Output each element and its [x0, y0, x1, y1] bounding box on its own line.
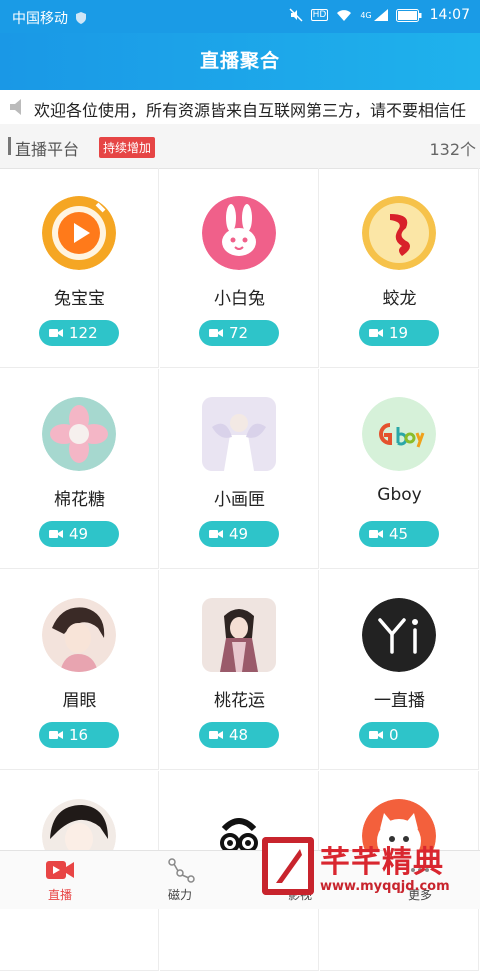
viewer-count-badge: 122	[39, 320, 119, 346]
nav-label: 磁力	[167, 888, 192, 902]
platform-name: 一直播	[374, 691, 425, 711]
nav-label: 直播	[47, 888, 72, 902]
platform-card[interactable]: 蛟龙 19	[320, 168, 479, 368]
lotus-icon	[42, 397, 116, 471]
battery-icon	[395, 8, 422, 22]
platform-card[interactable]: Gboy 45	[320, 369, 479, 569]
signal-icon	[373, 9, 388, 21]
dragon-icon	[362, 196, 436, 270]
viewer-count-badge: 0	[359, 722, 439, 748]
hd-icon: HD	[310, 9, 329, 21]
page-title: 直播聚合	[199, 50, 280, 72]
orange-play-icon	[42, 196, 116, 270]
notice-text: 欢迎各位使用，所有资源皆来自互联网第三方，请不要相信任	[34, 101, 467, 120]
platform-name: 蛟龙	[382, 289, 417, 309]
live-camera-icon	[46, 861, 74, 879]
watermark-logo-icon	[262, 837, 314, 895]
watermark-url: www.myqqjd.com	[320, 879, 450, 894]
section-badge: 持续增加	[99, 137, 156, 158]
gboy-icon	[362, 397, 436, 471]
figure-icon	[202, 598, 276, 672]
platform-name: 兔宝宝	[54, 289, 105, 309]
video-camera-icon	[209, 329, 223, 337]
viewer-count-badge: 49	[39, 521, 119, 547]
network-label: 4G	[360, 10, 372, 20]
angel-icon	[202, 397, 276, 471]
clock: 14:07	[429, 7, 470, 23]
viewer-count-badge: 72	[199, 320, 279, 346]
white-rabbit-icon	[202, 196, 276, 270]
platform-card[interactable]: 小白兔 72	[160, 168, 319, 368]
video-camera-icon	[369, 329, 383, 337]
platform-card[interactable]: 兔宝宝 122	[0, 168, 159, 368]
portrait-icon	[42, 598, 116, 672]
platform-name: 桃花运	[214, 691, 265, 711]
yi-icon	[362, 598, 436, 672]
viewer-count-badge: 45	[359, 521, 439, 547]
platform-name: 棉花糖	[54, 490, 105, 510]
nav-item-live[interactable]: 直播	[0, 851, 120, 909]
video-camera-icon	[369, 530, 383, 538]
video-camera-icon	[49, 731, 63, 739]
video-camera-icon	[209, 530, 223, 538]
video-camera-icon	[49, 530, 63, 538]
video-camera-icon	[369, 731, 383, 739]
nav-item-magnet[interactable]: 磁力	[120, 851, 240, 909]
mute-icon	[289, 8, 303, 22]
notice-marquee: 欢迎各位使用，所有资源皆来自互联网第三方，请不要相信任	[0, 90, 480, 124]
platform-name: 眉眼	[62, 691, 97, 711]
section-header: 直播平台 持续增加 132个	[0, 124, 480, 169]
viewer-count-badge: 16	[39, 722, 119, 748]
watermark-title: 芊芊精典	[320, 845, 444, 880]
status-icons: HD 4G 14:07	[289, 7, 470, 23]
platform-card[interactable]: 棉花糖 49	[0, 369, 159, 569]
platform-card[interactable]: 小画匣 49	[160, 369, 319, 569]
status-bar: 中国移动 HD 4G 14:07	[0, 0, 480, 33]
platform-card[interactable]: 桃花运 48	[160, 570, 319, 770]
magnet-nodes-icon	[168, 858, 195, 883]
viewer-count-badge: 49	[199, 521, 279, 547]
platform-name: 小画匣	[214, 490, 265, 510]
viewer-count-badge: 19	[359, 320, 439, 346]
carrier-label: 中国移动	[12, 8, 87, 28]
platform-card[interactable]: 眉眼 16	[0, 570, 159, 770]
speaker-icon	[10, 99, 21, 115]
platform-card[interactable]: 一直播 0	[320, 570, 479, 770]
section-title: 直播平台	[15, 140, 80, 159]
platform-name: Gboy	[377, 485, 422, 505]
wifi-icon	[337, 9, 352, 21]
shield-icon	[76, 12, 87, 24]
app-header: 直播聚合	[0, 33, 480, 90]
platform-count: 132个	[429, 140, 476, 159]
watermark: 芊芊精典 www.myqqjd.com	[262, 837, 478, 901]
video-camera-icon	[49, 329, 63, 337]
viewer-count-badge: 48	[199, 722, 279, 748]
section-accent-bar	[8, 137, 11, 155]
platform-name: 小白兔	[214, 289, 265, 309]
video-camera-icon	[209, 731, 223, 739]
